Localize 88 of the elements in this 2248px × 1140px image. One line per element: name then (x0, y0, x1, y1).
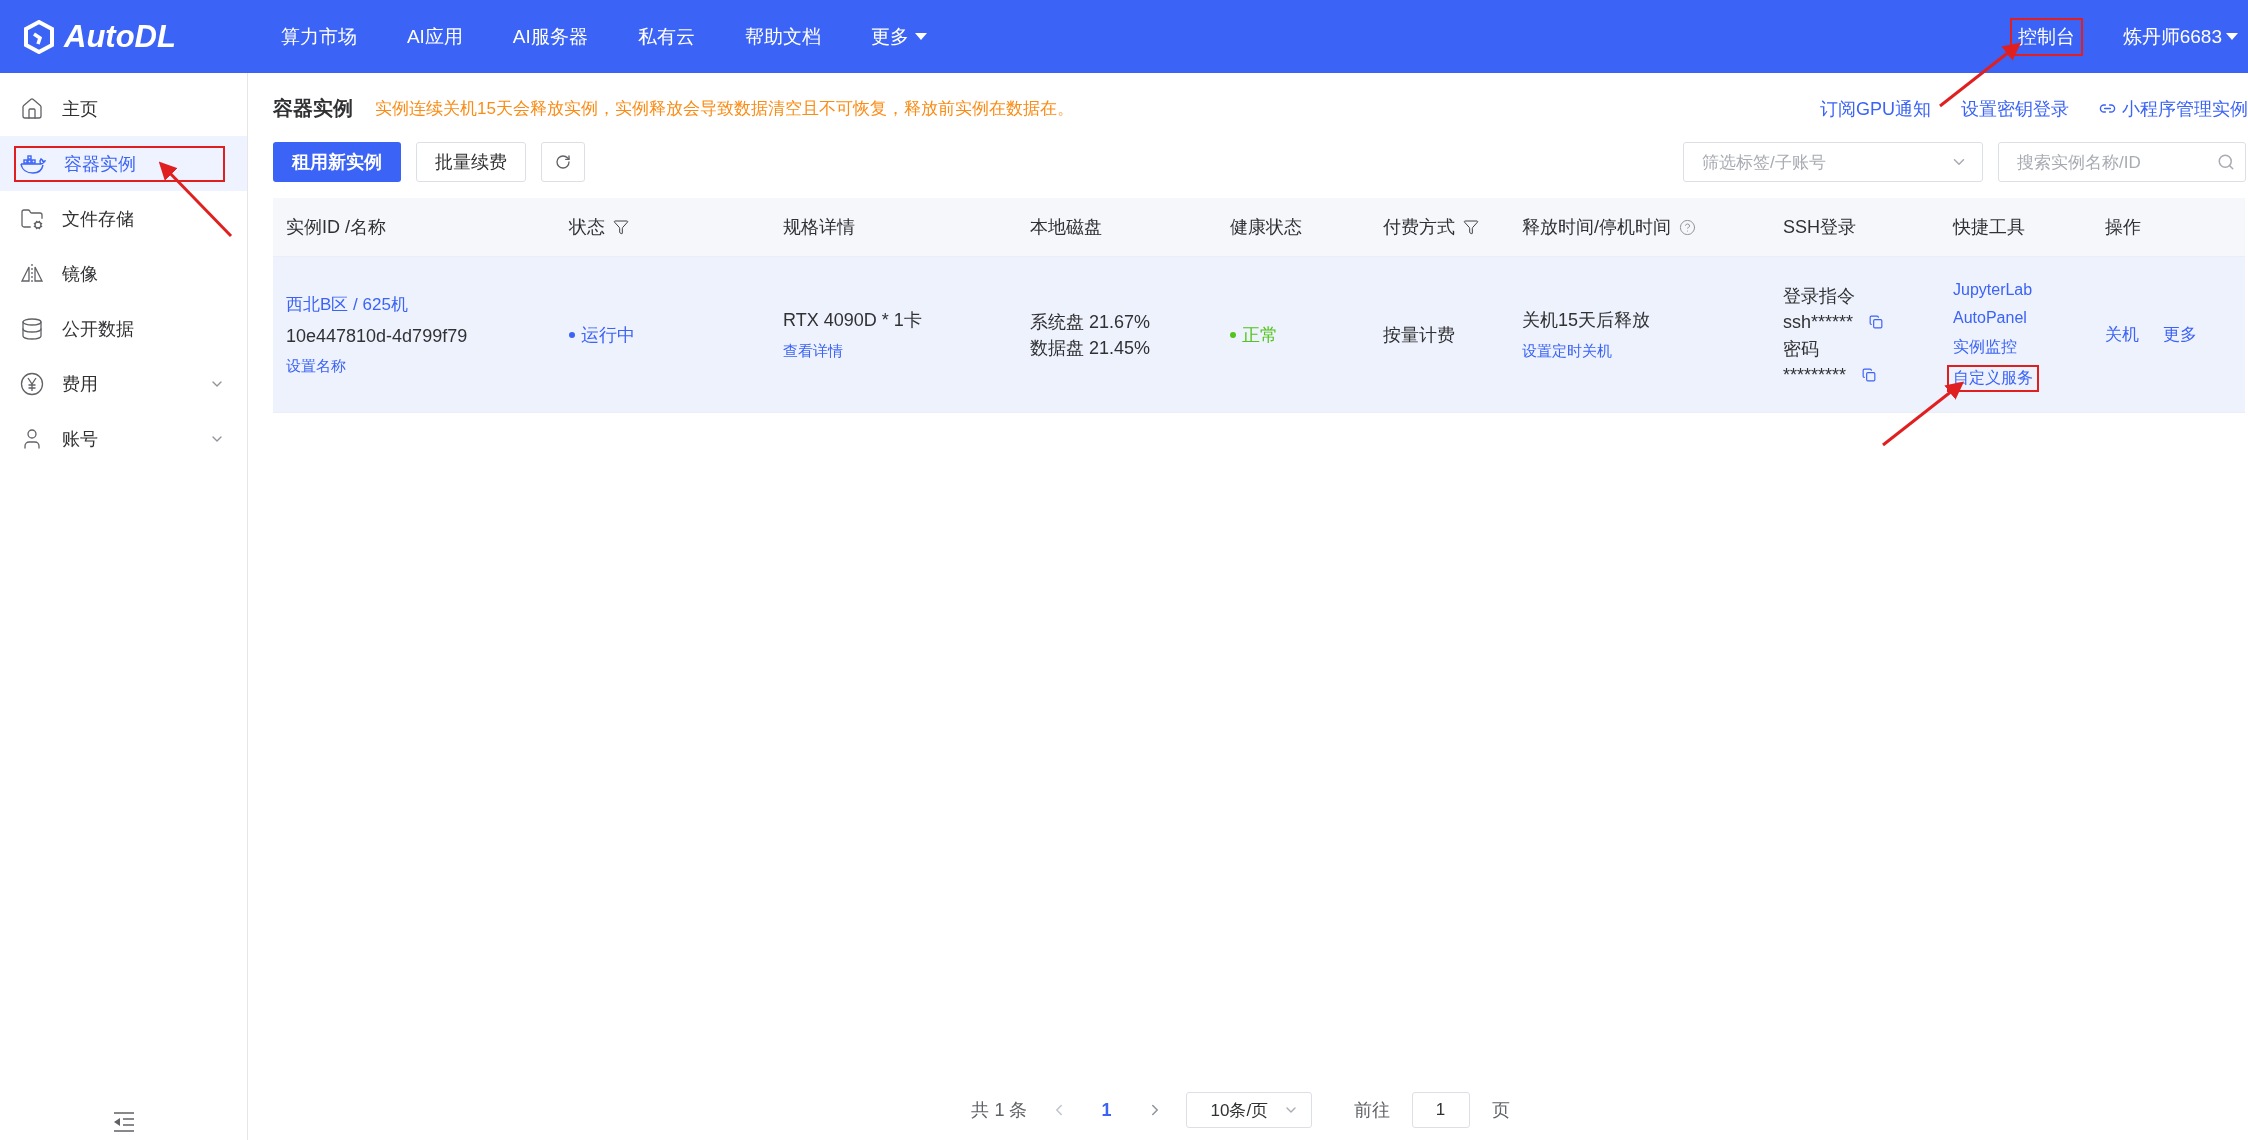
caret-icon (914, 32, 927, 41)
disk-usage: 数据盘 21.45% (1030, 336, 1152, 360)
sidebar-label: 公开数据 (62, 317, 134, 341)
password-value: ********* (1783, 364, 1847, 386)
gpu-spec: RTX 4090D * 1卡 (783, 309, 923, 332)
column-header: 快捷工具 (1953, 216, 2025, 239)
column-header: 实例ID /名称 (286, 216, 386, 239)
sidebar-item[interactable]: 容器实例 (0, 136, 247, 191)
select-placeholder: 筛选标签/子账号 (1702, 151, 1826, 174)
status-text: 运行中 (569, 322, 783, 347)
user-menu[interactable]: 炼丹师6683 (2122, 23, 2238, 50)
nav-link[interactable]: 私有云 (612, 23, 720, 50)
top-link[interactable]: 订阅GPU通知 (1820, 96, 1931, 121)
page-input[interactable]: 1 (1411, 1092, 1470, 1128)
schedule-shutdown-link[interactable]: 设置定时关机 (1522, 342, 1783, 361)
column-header: SSH登录 (1783, 216, 1856, 239)
column-header: 本地磁盘 (1030, 216, 1102, 239)
action-link[interactable]: 更多 (2163, 323, 2197, 346)
tool-link[interactable]: 实例监控 (1947, 333, 2023, 361)
rent-instance-button[interactable]: 租用新实例 (273, 142, 401, 182)
copy-icon[interactable] (1862, 368, 1877, 382)
nav-link[interactable]: AI服务器 (487, 23, 613, 50)
filter-icon[interactable] (1463, 219, 1479, 235)
tool-link[interactable]: JupyterLab (1947, 277, 2039, 302)
top-link[interactable]: 设置密钥登录 (1961, 96, 2069, 121)
collapse-menu-icon[interactable] (112, 1112, 135, 1132)
release-time: 关机15天后释放 (1522, 309, 1652, 332)
help-icon (1679, 218, 1696, 236)
refresh-icon (555, 154, 571, 170)
refresh-button[interactable] (541, 142, 585, 182)
column-header: 释放时间/停机时间 (1522, 216, 1671, 239)
top-link[interactable]: 小程序管理实例 (2099, 96, 2248, 121)
column-header: 规格详情 (783, 216, 855, 239)
batch-renew-button[interactable]: 批量续费 (416, 142, 526, 182)
column-header: 付费方式 (1383, 216, 1455, 239)
nav-link[interactable]: 更多 (845, 23, 952, 50)
rename-link[interactable]: 设置名称 (286, 357, 569, 376)
billing-type: 按量计费 (1383, 323, 1456, 347)
disk-usage: 系统盘 21.67% (1030, 310, 1152, 334)
caret-icon (2226, 32, 2238, 41)
nav-link[interactable]: 帮助文档 (719, 23, 846, 50)
console-link[interactable]: 控制台 (2009, 17, 2083, 56)
ssh-label: 登录指令 (1783, 284, 1856, 308)
page-unit-label: 页 (1491, 1099, 1510, 1122)
ssh-command: ssh****** (1783, 311, 1854, 333)
page-number[interactable]: 1 (1089, 1099, 1124, 1121)
sidebar-label: 账号 (62, 427, 98, 451)
page-size-value: 10条/页 (1210, 1099, 1269, 1122)
home-icon (20, 96, 44, 121)
page-size-select[interactable]: 10条/页 (1185, 1092, 1312, 1128)
goto-label: 前往 (1353, 1099, 1390, 1122)
sidebar-item[interactable]: 文件存储 (0, 191, 247, 246)
database-icon (20, 316, 44, 341)
action-link[interactable]: 关机 (2105, 323, 2139, 346)
instance-id: 10e447810d-4d799f79 (286, 326, 469, 347)
sidebar-item[interactable]: 主页 (0, 81, 247, 136)
sidebar-label: 主页 (62, 97, 98, 121)
details-link[interactable]: 查看详情 (783, 342, 1030, 361)
sidebar-label: 文件存储 (62, 207, 134, 231)
filter-icon[interactable] (613, 219, 629, 235)
page-title: 容器实例 (273, 96, 353, 121)
copy-icon[interactable] (1869, 315, 1884, 329)
total-count: 共 1 条 (971, 1099, 1028, 1122)
sidebar-label: 费用 (62, 372, 98, 396)
nav-link[interactable]: AI应用 (381, 23, 488, 50)
folder-gear-icon (20, 206, 44, 231)
warning-notice: 实例连续关机15天会释放实例，实例释放会导致数据清空且不可恢复，释放前实例在数据在。 (375, 98, 1075, 120)
sidebar-item[interactable]: 公开数据 (0, 301, 247, 356)
search-placeholder: 搜索实例名称/ID (2017, 151, 2141, 174)
yen-icon (20, 371, 44, 396)
column-header: 状态 (569, 216, 605, 239)
sidebar-item[interactable]: 账号 (0, 411, 247, 466)
password-label: 密码 (1783, 337, 1820, 361)
sidebar-item[interactable]: 费用 (0, 356, 247, 411)
logo-text: AutoDL (64, 18, 176, 55)
sidebar-label: 容器实例 (64, 152, 136, 176)
health-status: 正常 (1230, 322, 1383, 347)
instance-name-link[interactable]: 西北B区 / 625机 (286, 293, 569, 316)
sidebar-label: 镜像 (62, 262, 98, 286)
whale-icon (20, 152, 46, 175)
column-header: 健康状态 (1230, 216, 1302, 239)
tool-link[interactable]: 自定义服务 (1947, 364, 2039, 392)
sidebar-item[interactable]: 镜像 (0, 246, 247, 301)
search-icon (2217, 153, 2235, 171)
logo-icon (22, 19, 56, 54)
tool-link[interactable]: AutoPanel (1947, 305, 2033, 330)
nav-link[interactable]: 算力市场 (255, 23, 382, 50)
column-header: 操作 (2105, 216, 2141, 239)
